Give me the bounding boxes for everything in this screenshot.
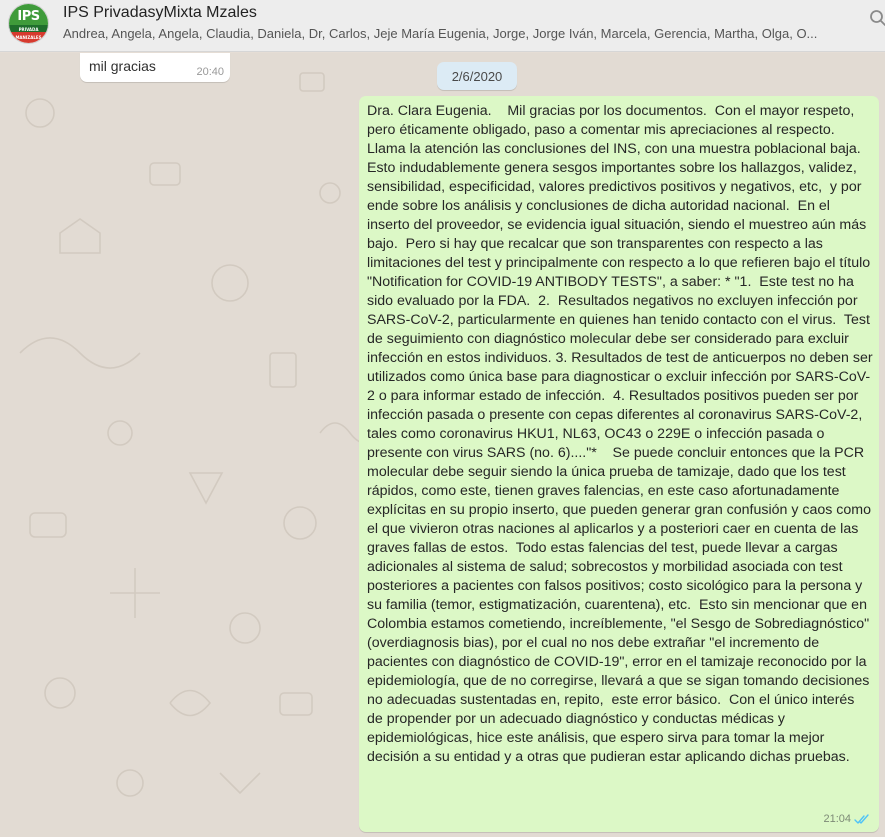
group-avatar[interactable]: IPS PRIVADA MANIZALES — [8, 3, 49, 44]
message-time: 21:04 — [823, 813, 851, 825]
avatar-logo-subtext-city: MANIZALES — [15, 35, 42, 40]
group-name[interactable]: IPS PrivadasyMixta Mzales — [63, 4, 257, 22]
group-members[interactable]: Andrea, Angela, Angela, Claudia, Daniela… — [63, 26, 853, 41]
message-meta: 21:04 — [823, 813, 870, 825]
avatar-logo-text: IPS — [17, 9, 40, 24]
outgoing-message[interactable]: Dra. Clara Eugenia. Mil gracias por los … — [359, 96, 879, 832]
message-time: 20:40 — [196, 66, 224, 78]
chat-header[interactable]: IPS PRIVADA MANIZALES IPS PrivadasyMixta… — [0, 0, 885, 52]
search-icon[interactable] — [869, 9, 885, 27]
incoming-message[interactable]: mil gracias 20:40 — [80, 53, 230, 82]
message-text: mil gracias — [89, 58, 156, 74]
double-check-icon — [854, 813, 869, 824]
date-separator: 2/6/2020 — [437, 62, 517, 90]
message-list[interactable]: mil gracias 20:40 2/6/2020 Dra. Clara Eu… — [0, 53, 885, 837]
avatar-logo-subtext: PRIVADA — [18, 27, 39, 32]
message-text: Dra. Clara Eugenia. Mil gracias por los … — [367, 103, 877, 765]
